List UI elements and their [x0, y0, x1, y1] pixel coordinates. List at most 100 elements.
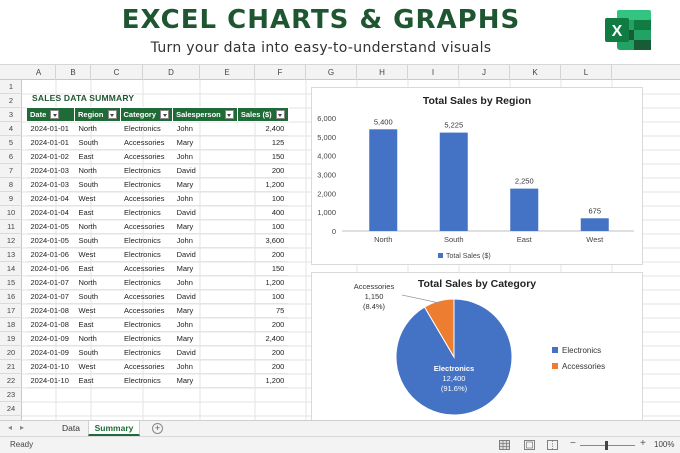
column-header[interactable]: D [143, 65, 200, 80]
row-header[interactable]: 15 [0, 276, 22, 290]
row-header[interactable]: 16 [0, 290, 22, 304]
table-cell[interactable]: 2024-01-08 [26, 317, 75, 332]
column-header[interactable]: A [22, 65, 56, 80]
row-header[interactable]: 17 [0, 304, 22, 318]
table-cell[interactable]: East [74, 373, 121, 388]
table-cell[interactable]: North [74, 275, 121, 290]
row-header[interactable]: 6 [0, 150, 22, 164]
table-cell[interactable]: 2024-01-08 [26, 303, 75, 318]
table-cell[interactable]: Mary [172, 135, 238, 150]
column-header[interactable]: C [91, 65, 143, 80]
tab-data[interactable]: Data [55, 421, 87, 436]
table-cell[interactable]: 2024-01-06 [26, 247, 75, 262]
table-cell[interactable]: South [74, 135, 121, 150]
table-cell[interactable]: Electronics [120, 177, 173, 192]
table-cell[interactable]: Electronics [120, 317, 173, 332]
column-header[interactable]: F [255, 65, 306, 80]
spreadsheet-grid[interactable]: ABCDEFGHIJKL 1 2 3 4 5 6 7 8 9 10 11 12 13 14 15 16 17 18… [0, 64, 680, 420]
table-cell[interactable]: Electronics [120, 275, 173, 290]
column-header-region[interactable]: Region [74, 107, 121, 122]
row-header[interactable]: 12 [0, 234, 22, 248]
column-header[interactable]: E [200, 65, 255, 80]
table-cell[interactable]: David [172, 289, 238, 304]
page-layout-view-icon[interactable] [524, 440, 535, 450]
table-cell[interactable]: Electronics [120, 331, 173, 346]
row-header[interactable]: 24 [0, 402, 22, 416]
table-cell[interactable]: North [74, 331, 121, 346]
row-header[interactable]: 3 [0, 108, 22, 122]
scroll-left-icon[interactable]: ◂ [8, 423, 12, 432]
table-cell[interactable]: 1,200 [237, 177, 289, 192]
table-cell[interactable]: David [172, 205, 238, 220]
table-cell[interactable]: Electronics [120, 121, 173, 136]
row-header[interactable]: 11 [0, 220, 22, 234]
table-cell[interactable]: Electronics [120, 373, 173, 388]
row-header[interactable]: 4 [0, 122, 22, 136]
table-cell[interactable]: 2024-01-05 [26, 233, 75, 248]
column-header[interactable]: H [357, 65, 408, 80]
table-cell[interactable]: John [172, 191, 238, 206]
table-cell[interactable]: 200 [237, 163, 289, 178]
table-cell[interactable]: 2024-01-10 [26, 373, 75, 388]
table-cell[interactable]: 2024-01-01 [26, 121, 75, 136]
table-cell[interactable]: 1,200 [237, 373, 289, 388]
pie-chart-category[interactable]: Total Sales by Category Electronics 12,40… [311, 272, 643, 420]
column-header-sales[interactable]: Sales ($) [236, 107, 289, 122]
table-cell[interactable]: Mary [172, 261, 238, 276]
filter-dropdown-icon[interactable] [160, 110, 170, 120]
row-header[interactable]: 7 [0, 164, 22, 178]
row-header[interactable]: 13 [0, 248, 22, 262]
table-cell[interactable]: 2024-01-05 [26, 219, 75, 234]
table-cell[interactable]: Mary [172, 219, 238, 234]
row-header[interactable]: 5 [0, 136, 22, 150]
table-cell[interactable]: 200 [237, 317, 289, 332]
table-cell[interactable]: East [74, 317, 121, 332]
table-cell[interactable]: 2024-01-07 [26, 289, 75, 304]
table-cell[interactable]: Electronics [120, 205, 173, 220]
table-cell[interactable]: West [74, 247, 121, 262]
table-cell[interactable]: Accessories [120, 135, 173, 150]
table-cell[interactable]: North [74, 219, 121, 234]
table-cell[interactable]: 2024-01-01 [26, 135, 75, 150]
table-cell[interactable]: Accessories [120, 261, 173, 276]
table-cell[interactable]: 2024-01-09 [26, 331, 75, 346]
column-header[interactable]: L [561, 65, 612, 80]
table-cell[interactable]: Mary [172, 373, 238, 388]
table-cell[interactable]: Accessories [120, 149, 173, 164]
table-cell[interactable]: 200 [237, 345, 289, 360]
table-cell[interactable]: East [74, 261, 121, 276]
table-cell[interactable]: South [74, 345, 121, 360]
table-cell[interactable]: 2024-01-03 [26, 177, 75, 192]
table-cell[interactable]: Mary [172, 331, 238, 346]
table-cell[interactable]: Accessories [120, 191, 173, 206]
table-cell[interactable]: 2024-01-04 [26, 205, 75, 220]
filter-dropdown-icon[interactable] [224, 110, 234, 120]
table-cell[interactable]: South [74, 289, 121, 304]
normal-view-icon[interactable] [499, 440, 510, 450]
table-cell[interactable]: Mary [172, 177, 238, 192]
table-cell[interactable]: Accessories [120, 303, 173, 318]
zoom-slider-thumb[interactable] [605, 441, 608, 450]
table-cell[interactable]: 2024-01-09 [26, 345, 75, 360]
table-cell[interactable]: 2,400 [237, 121, 289, 136]
table-cell[interactable]: Mary [172, 303, 238, 318]
row-header[interactable]: 9 [0, 192, 22, 206]
table-cell[interactable]: Electronics [120, 345, 173, 360]
row-header[interactable]: 18 [0, 318, 22, 332]
row-header[interactable]: 23 [0, 388, 22, 402]
scroll-right-icon[interactable]: ▸ [20, 423, 24, 432]
table-cell[interactable]: 2024-01-06 [26, 261, 75, 276]
column-header-salesperson[interactable]: Salesperson [172, 107, 238, 122]
zoom-in-button[interactable]: + [640, 438, 646, 449]
table-cell[interactable]: David [172, 247, 238, 262]
table-cell[interactable]: Electronics [120, 247, 173, 262]
table-cell[interactable]: North [74, 163, 121, 178]
table-cell[interactable]: John [172, 275, 238, 290]
table-cell[interactable]: 75 [237, 303, 289, 318]
zoom-out-button[interactable]: − [570, 438, 576, 449]
table-cell[interactable]: John [172, 359, 238, 374]
table-cell[interactable]: David [172, 163, 238, 178]
filter-dropdown-icon[interactable] [275, 110, 285, 120]
table-cell[interactable]: West [74, 191, 121, 206]
table-cell[interactable]: Accessories [120, 219, 173, 234]
